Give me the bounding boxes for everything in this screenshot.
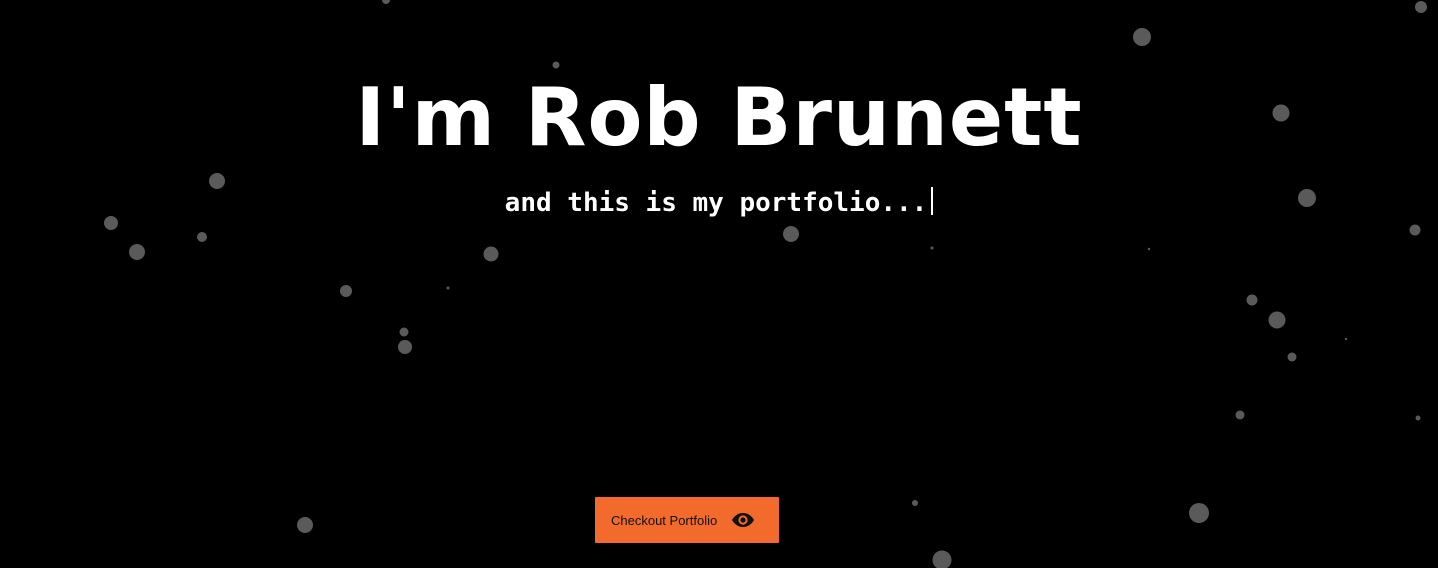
- particle: [398, 340, 412, 354]
- checkout-portfolio-button[interactable]: Checkout Portfolio: [595, 497, 779, 543]
- particle: [1133, 28, 1151, 46]
- particle: [930, 246, 934, 250]
- checkout-portfolio-label: Checkout Portfolio: [611, 512, 718, 528]
- particle: [1147, 247, 1151, 251]
- particle: [932, 550, 952, 568]
- particle: [1415, 1, 1427, 13]
- particle: [1287, 352, 1297, 362]
- particle: [1246, 294, 1258, 306]
- particle: [1268, 311, 1286, 329]
- particle: [483, 246, 499, 262]
- tagline-text: and this is my portfolio...: [504, 188, 928, 218]
- particle: [399, 327, 409, 337]
- particle: [340, 285, 352, 297]
- particle: [783, 226, 799, 242]
- hero-section: I'm Rob Brunett and this is my portfolio…: [0, 0, 1438, 568]
- particle: [912, 500, 918, 506]
- particle: [1235, 410, 1245, 420]
- particle: [1344, 337, 1348, 341]
- particle: [446, 286, 450, 290]
- particle: [197, 232, 207, 242]
- particle: [1409, 224, 1421, 236]
- particle: [129, 244, 145, 260]
- particle: [382, 0, 390, 4]
- particle: [1415, 415, 1421, 421]
- hero-title: I'm Rob Brunett: [355, 71, 1083, 164]
- hero-tagline: and this is my portfolio...: [0, 184, 1438, 222]
- particle: [297, 517, 313, 533]
- eye-icon: [731, 512, 755, 528]
- typing-cursor: [931, 187, 934, 215]
- particle: [1189, 503, 1209, 523]
